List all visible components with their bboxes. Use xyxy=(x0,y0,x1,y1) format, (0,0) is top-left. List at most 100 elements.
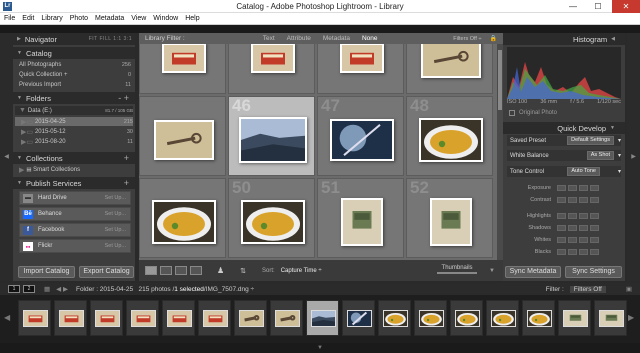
filmstrip-toggle-icon[interactable]: ▣ xyxy=(626,285,632,293)
back-icon[interactable]: ◀ ▶ xyxy=(56,285,68,293)
increase-button[interactable] xyxy=(579,212,588,219)
bottom-panel-edge[interactable]: ▼ xyxy=(0,343,640,353)
increase-more-button[interactable] xyxy=(590,196,599,203)
filter-none[interactable]: None xyxy=(362,35,378,42)
filmstrip-thumbnail[interactable] xyxy=(522,300,555,336)
grid-cell[interactable]: 50 xyxy=(228,178,315,258)
menu-help[interactable]: Help xyxy=(185,15,199,22)
photo-thumbnail[interactable] xyxy=(238,117,307,163)
chevron-down-icon[interactable]: ▾ xyxy=(618,152,621,159)
increase-more-button[interactable] xyxy=(590,248,599,255)
decrease-more-button[interactable] xyxy=(557,212,566,219)
decrease-more-button[interactable] xyxy=(557,224,566,231)
grid-cell[interactable] xyxy=(228,44,315,94)
thumbnail-size-slider[interactable]: Thumbnails xyxy=(437,265,478,277)
increase-more-button[interactable] xyxy=(590,212,599,219)
loupe-view-icon[interactable] xyxy=(160,266,172,275)
setup-button[interactable]: Set Up... xyxy=(105,195,126,201)
survey-view-icon[interactable] xyxy=(190,266,202,275)
filmstrip-thumbnail[interactable] xyxy=(126,300,159,336)
increase-more-button[interactable] xyxy=(590,184,599,191)
grid-view-icon[interactable] xyxy=(145,266,157,275)
auto-tone-button[interactable]: Auto Tone xyxy=(567,167,600,176)
filmstrip-scroll-right-icon[interactable]: ▶ xyxy=(628,313,634,322)
folder-2015-04-25[interactable]: ▶▭ 2015-04-25 215 xyxy=(15,117,133,126)
grid-cell[interactable] xyxy=(139,44,226,94)
left-panel-toggle-icon[interactable]: ◀ xyxy=(0,153,13,160)
filmstrip-thumbnail[interactable] xyxy=(270,300,303,336)
menu-metadata[interactable]: Metadata xyxy=(95,15,124,22)
decrease-button[interactable] xyxy=(568,196,577,203)
photo-thumbnail[interactable] xyxy=(339,44,384,73)
filmstrip-thumbnail[interactable] xyxy=(594,300,627,336)
navigator-zoom-options[interactable]: FIT FILL 1:1 3:1 xyxy=(89,36,132,42)
increase-button[interactable] xyxy=(579,184,588,191)
chevron-down-icon[interactable]: ▾ xyxy=(618,137,621,144)
folder-2015-08-20[interactable]: ▶▭ 2015-08-20 11 xyxy=(15,137,133,146)
increase-button[interactable] xyxy=(579,224,588,231)
maximize-button[interactable]: ☐ xyxy=(588,0,608,13)
sync-metadata-button[interactable]: Sync Metadata xyxy=(505,266,561,278)
photo-thumbnail[interactable] xyxy=(418,118,483,162)
catalog-item-previous-import[interactable]: Previous Import 11 xyxy=(19,80,131,89)
collection-smart-collections[interactable]: ▶ ▤ Smart Collections xyxy=(19,165,131,174)
import-catalog-button[interactable]: Import Catalog xyxy=(18,266,75,278)
right-panel-edge[interactable]: ▶ xyxy=(627,33,640,281)
setup-button[interactable]: Set Up... xyxy=(105,227,126,233)
grid-icon[interactable]: ▦ xyxy=(44,285,50,293)
navigator-header[interactable]: ▶ Navigator FIT FILL 1:1 3:1 xyxy=(13,33,135,45)
menu-view[interactable]: View xyxy=(131,15,146,22)
filmstrip-thumbnail[interactable] xyxy=(18,300,51,336)
volume-data-e[interactable]: ▼ Data (E:) 81.7 / 105 GB xyxy=(15,106,133,115)
increase-more-button[interactable] xyxy=(590,236,599,243)
quick-develop-header[interactable]: Quick Develop ▼ xyxy=(503,122,625,134)
compare-view-icon[interactable] xyxy=(175,266,187,275)
collections-header[interactable]: ▼ Collections + xyxy=(13,152,135,164)
chevron-down-icon[interactable]: ▾ xyxy=(618,168,621,175)
sort-direction-icon[interactable]: ⇅ xyxy=(240,267,246,275)
grid-scrollbar-thumb[interactable] xyxy=(498,50,502,110)
photo-thumbnail[interactable] xyxy=(329,119,394,161)
publish-behance[interactable]: Bē Behance Set Up... xyxy=(19,207,131,221)
original-photo-checkbox[interactable]: Original Photo xyxy=(509,108,621,117)
publish-hard-drive[interactable]: ▬ Hard Drive Set Up... xyxy=(19,191,131,205)
monitor-2-button[interactable]: 2 xyxy=(23,285,35,293)
folder-2015-05-12[interactable]: ▶▭ 2015-05-12 30 xyxy=(15,127,133,136)
catalog-item-all-photographs[interactable]: All Photographs 256 xyxy=(19,60,131,69)
decrease-more-button[interactable] xyxy=(557,248,566,255)
publish-facebook[interactable]: f Facebook Set Up... xyxy=(19,223,131,237)
filmstrip-thumbnail[interactable] xyxy=(378,300,411,336)
saved-preset-dropdown[interactable]: Default Settings xyxy=(567,136,614,145)
decrease-button[interactable] xyxy=(568,248,577,255)
grid-cell[interactable]: 51 xyxy=(317,178,404,258)
increase-more-button[interactable] xyxy=(590,224,599,231)
toolbar-menu-icon[interactable]: ▼ xyxy=(489,268,495,274)
decrease-more-button[interactable] xyxy=(557,236,566,243)
filmstrip-thumbnail[interactable] xyxy=(414,300,447,336)
menu-window[interactable]: Window xyxy=(153,15,178,22)
filmstrip-thumbnail[interactable] xyxy=(198,300,231,336)
publish-flickr[interactable]: ●● Flickr Set Up... xyxy=(19,239,131,253)
increase-button[interactable] xyxy=(579,248,588,255)
add-folder-icon[interactable]: - + xyxy=(118,93,129,103)
setup-button[interactable]: Set Up... xyxy=(105,243,126,249)
photo-thumbnail[interactable] xyxy=(161,44,206,73)
decrease-more-button[interactable] xyxy=(557,184,566,191)
sort-dropdown[interactable]: Capture Time ÷ xyxy=(281,268,322,274)
decrease-button[interactable] xyxy=(568,224,577,231)
increase-button[interactable] xyxy=(579,236,588,243)
catalog-item-quick-collection[interactable]: Quick Collection +0 xyxy=(19,70,131,79)
publish-services-header[interactable]: ▼ Publish Services + xyxy=(13,177,135,189)
photo-thumbnail[interactable] xyxy=(429,198,472,246)
minimize-button[interactable]: — xyxy=(563,0,583,13)
monitor-1-button[interactable]: 1 xyxy=(8,285,20,293)
filmstrip-thumbnail[interactable] xyxy=(342,300,375,336)
decrease-button[interactable] xyxy=(568,212,577,219)
grid-cell[interactable] xyxy=(139,96,226,176)
photo-thumbnail[interactable] xyxy=(420,44,481,78)
grid-cell[interactable]: 48 xyxy=(406,96,493,176)
histogram-header[interactable]: Histogram ◀ xyxy=(503,33,625,45)
menu-library[interactable]: Library xyxy=(41,15,62,22)
painter-icon[interactable]: ♟ xyxy=(217,266,224,275)
menu-edit[interactable]: Edit xyxy=(22,15,34,22)
